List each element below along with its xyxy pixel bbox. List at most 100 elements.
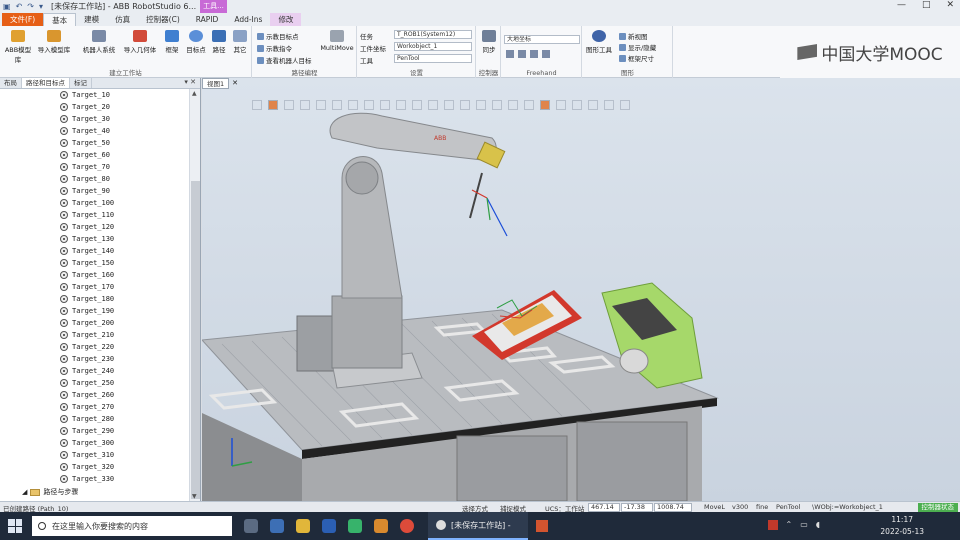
target-item[interactable]: Target_70: [60, 161, 110, 173]
view-robot-target-button[interactable]: 查看机器人目标: [257, 55, 312, 65]
target-item[interactable]: Target_170: [60, 281, 114, 293]
volume-icon[interactable]: ◖: [816, 520, 820, 530]
chat-icon[interactable]: [270, 519, 284, 533]
paths-folder[interactable]: ◢ 路径与步骤: [22, 487, 78, 497]
import-geometry-button[interactable]: 导入几何体: [122, 30, 158, 54]
wobj-combo[interactable]: Workobject_1: [394, 42, 472, 51]
target-item[interactable]: Target_250: [60, 377, 114, 389]
target-item[interactable]: Target_210: [60, 329, 114, 341]
target-item[interactable]: Target_220: [60, 341, 114, 353]
tab-tags[interactable]: 标记: [70, 78, 92, 88]
tab-modeling[interactable]: 建模: [76, 13, 107, 26]
jog-joint-icon[interactable]: [530, 50, 538, 58]
target-item[interactable]: Target_280: [60, 413, 114, 425]
wobj-setting[interactable]: \WObj:=Workobject_1: [812, 503, 883, 511]
close-button[interactable]: ✕: [946, 0, 954, 10]
tab-addins[interactable]: Add-Ins: [226, 13, 270, 26]
scroll-up-icon[interactable]: ▲: [192, 90, 197, 97]
target-item[interactable]: Target_50: [60, 137, 110, 149]
reference-combo[interactable]: 大地坐标: [504, 35, 580, 44]
clock[interactable]: 11:17 2022-05-13: [880, 514, 924, 538]
target-item[interactable]: Target_160: [60, 269, 114, 281]
target-item[interactable]: Target_320: [60, 461, 114, 473]
tab-controller[interactable]: 控制器(C): [138, 13, 188, 26]
tool-combo[interactable]: PenTool: [394, 54, 472, 63]
target-item[interactable]: Target_60: [60, 149, 110, 161]
move-icon[interactable]: [506, 50, 514, 58]
tab-simulation[interactable]: 仿真: [107, 13, 138, 26]
tab-modify[interactable]: 修改: [270, 13, 302, 26]
sync-button[interactable]: 同步: [479, 30, 499, 54]
target-item[interactable]: Target_100: [60, 197, 114, 209]
minimize-button[interactable]: —: [897, 0, 906, 10]
path-button[interactable]: 路径: [208, 30, 230, 54]
target-button[interactable]: 目标点: [184, 30, 208, 54]
target-item[interactable]: Target_150: [60, 257, 114, 269]
task-view-icon[interactable]: [244, 519, 258, 533]
controller-status[interactable]: 控制器状态: [917, 503, 958, 512]
taskbar-robotstudio[interactable]: [未保存工作站] -: [428, 512, 528, 540]
multimove-button[interactable]: MultiMove: [319, 30, 355, 52]
target-item[interactable]: Target_330: [60, 473, 114, 485]
file-explorer-icon[interactable]: [296, 519, 310, 533]
target-item[interactable]: Target_80: [60, 173, 110, 185]
rotate-icon[interactable]: [518, 50, 526, 58]
tree-scrollbar[interactable]: ▲ ▼: [189, 89, 200, 501]
target-item[interactable]: Target_270: [60, 401, 114, 413]
zone-setting[interactable]: fine: [756, 503, 768, 511]
tab-layout[interactable]: 布局: [0, 78, 22, 88]
teach-instruction-button[interactable]: 示教指令: [257, 43, 292, 53]
context-tab-tools[interactable]: 工具...: [200, 0, 227, 13]
target-item[interactable]: Target_20: [60, 101, 110, 113]
target-item[interactable]: Target_190: [60, 305, 114, 317]
target-item[interactable]: Target_120: [60, 221, 114, 233]
frame-size-button[interactable]: 框架尺寸: [619, 53, 654, 63]
redo-icon[interactable]: ↷: [27, 2, 34, 11]
scroll-thumb[interactable]: [191, 181, 200, 499]
task-combo[interactable]: T_ROB1(System12): [394, 30, 472, 39]
maximize-button[interactable]: □: [922, 0, 931, 10]
save-icon[interactable]: ▣: [3, 2, 11, 11]
target-item[interactable]: Target_300: [60, 437, 114, 449]
target-item[interactable]: Target_90: [60, 185, 110, 197]
pin-icon[interactable]: ▾ ✕: [184, 78, 200, 88]
other-button[interactable]: 其它: [230, 30, 250, 54]
target-item[interactable]: Target_140: [60, 245, 114, 257]
tab-file[interactable]: 文件(F): [2, 13, 44, 26]
chrome-icon[interactable]: [400, 519, 414, 533]
app-icon[interactable]: [374, 519, 388, 533]
target-item[interactable]: Target_310: [60, 449, 114, 461]
target-item[interactable]: Target_180: [60, 293, 114, 305]
speed-setting[interactable]: v300: [732, 503, 748, 511]
scroll-down-icon[interactable]: ▼: [192, 493, 197, 500]
import-library-button[interactable]: 导入模型库: [36, 30, 72, 54]
target-item[interactable]: Target_230: [60, 353, 114, 365]
target-item[interactable]: Target_40: [60, 125, 110, 137]
dropdown-icon[interactable]: ▾: [39, 2, 43, 11]
tab-home[interactable]: 基本: [43, 13, 77, 26]
expand-icon[interactable]: ◢: [22, 488, 27, 496]
target-item[interactable]: Target_290: [60, 425, 114, 437]
graphics-tools-button[interactable]: 图形工具: [583, 30, 615, 54]
show-hide-button[interactable]: 显示/隐藏: [619, 42, 656, 52]
tab-paths-targets[interactable]: 路径和目标点: [22, 78, 70, 88]
jog-linear-icon[interactable]: [542, 50, 550, 58]
frame-button[interactable]: 框架: [162, 30, 182, 54]
new-view-button[interactable]: 新视图: [619, 31, 648, 41]
target-item[interactable]: Target_200: [60, 317, 114, 329]
tray-app-icon[interactable]: [767, 520, 778, 530]
target-item[interactable]: Target_30: [60, 113, 110, 125]
tab-rapid[interactable]: RAPID: [188, 13, 227, 26]
word-icon[interactable]: [322, 519, 336, 533]
target-item[interactable]: Target_260: [60, 389, 114, 401]
target-item[interactable]: Target_110: [60, 209, 114, 221]
windows-start-icon[interactable]: [8, 519, 22, 533]
taskbar-search[interactable]: 在这里输入你要搜索的内容: [32, 516, 232, 536]
viewport-3d[interactable]: 视图1 ✕ ABB: [202, 78, 960, 501]
abb-library-button[interactable]: ABB模型库: [2, 30, 34, 64]
network-icon[interactable]: ▭: [800, 520, 808, 530]
undo-icon[interactable]: ↶: [16, 2, 23, 11]
tool-setting[interactable]: PenTool: [776, 503, 800, 511]
target-item[interactable]: Target_240: [60, 365, 114, 377]
teach-target-button[interactable]: 示教目标点: [257, 31, 299, 41]
